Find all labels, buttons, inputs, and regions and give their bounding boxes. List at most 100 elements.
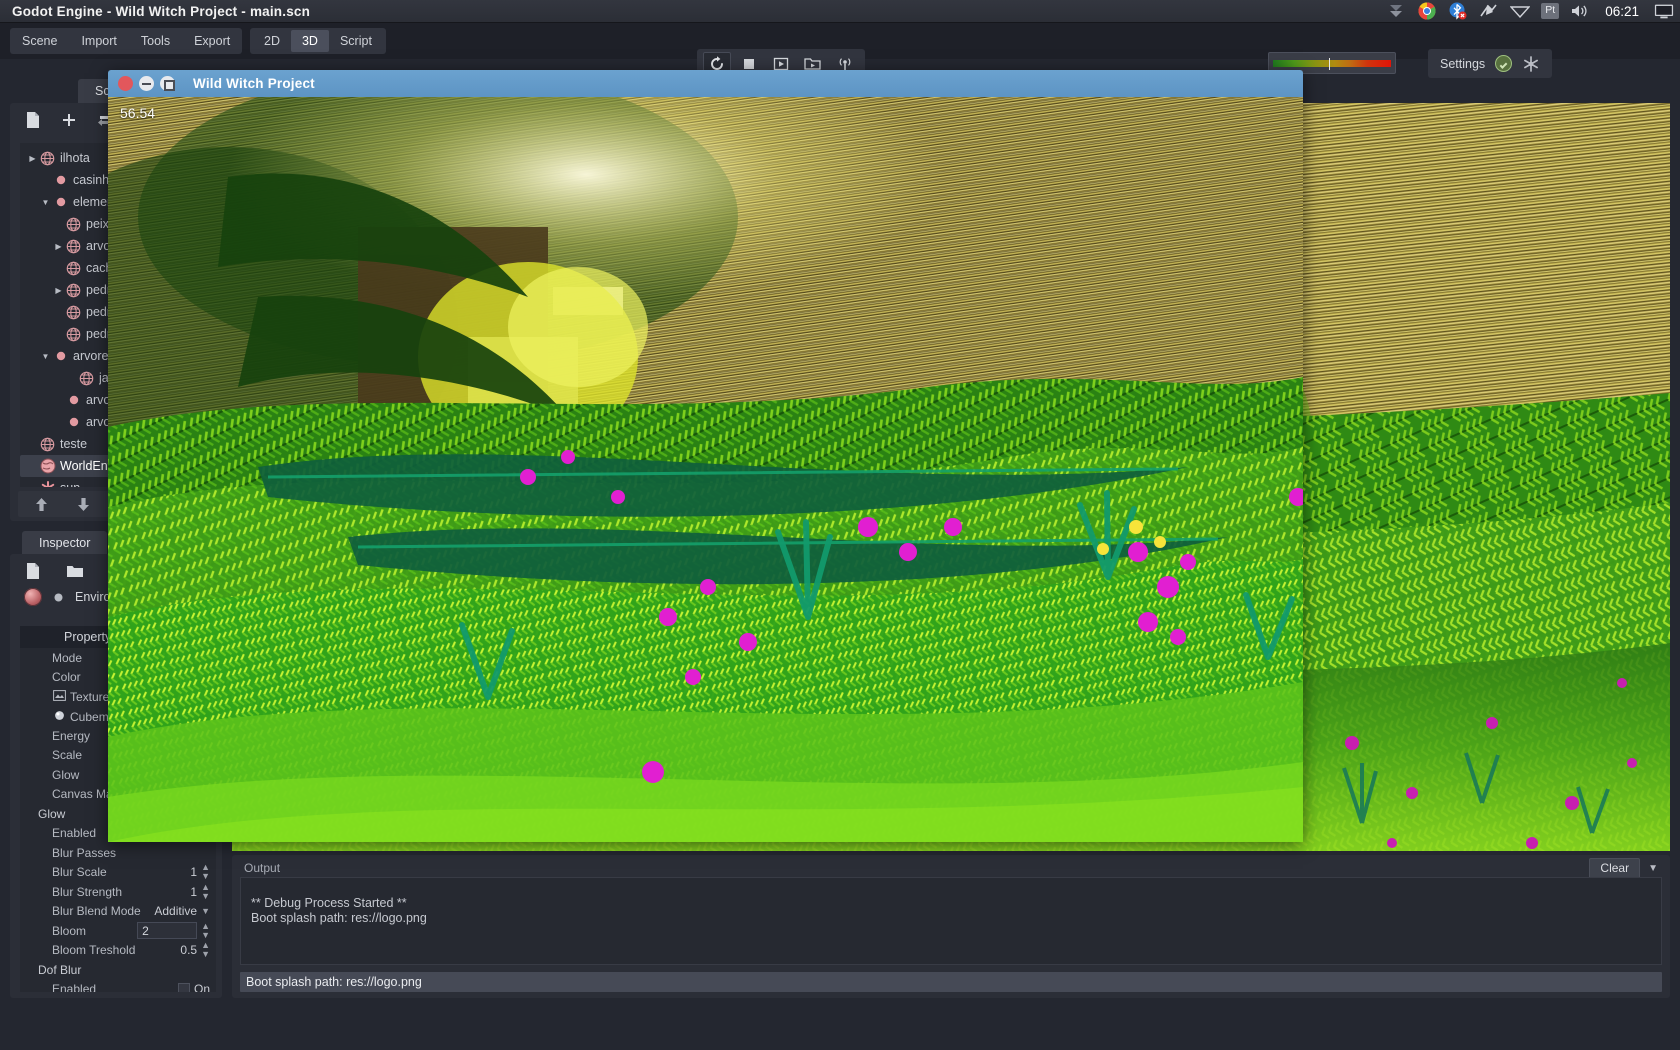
- mesh-icon: [65, 261, 82, 276]
- spinbox-input[interactable]: 2: [137, 922, 198, 940]
- wifi-icon[interactable]: [1510, 2, 1531, 21]
- tab-inspector[interactable]: Inspector: [22, 531, 108, 556]
- touchpad-disabled-icon[interactable]: [1479, 2, 1499, 21]
- new-scene-icon[interactable]: [24, 111, 42, 129]
- property-label: Blur Blend Mode: [52, 904, 141, 919]
- world-environment-icon: [39, 458, 56, 474]
- mesh-icon: [78, 371, 95, 386]
- spinner-arrows-icon[interactable]: ▲ ▼: [201, 941, 210, 959]
- add-node-icon[interactable]: [60, 111, 78, 129]
- spinbox-value: 1: [190, 884, 198, 899]
- mesh-icon: [65, 283, 82, 298]
- display-icon[interactable]: [1654, 2, 1674, 21]
- check-circle-icon[interactable]: [1495, 55, 1513, 72]
- property-value[interactable]: 1 ▲ ▼: [190, 863, 216, 881]
- property-label: Bloom: [52, 923, 87, 938]
- mesh-icon: [39, 151, 56, 166]
- property-row-blur-scale[interactable]: Blur Scale 1 ▲ ▼: [20, 863, 216, 883]
- spinner-arrows-icon[interactable]: ▲ ▼: [201, 882, 210, 901]
- cubemap-icon: [52, 709, 66, 722]
- property-value[interactable]: 0.5 ▲ ▼: [180, 941, 216, 959]
- game-window-title: Wild Witch Project: [193, 76, 315, 91]
- property-row-enabled[interactable]: Enabled On: [20, 980, 216, 992]
- chrome-icon[interactable]: [1417, 2, 1437, 21]
- menu-tools[interactable]: Tools: [129, 28, 182, 54]
- menu-export[interactable]: Export: [182, 28, 242, 54]
- clear-button[interactable]: Clear: [1589, 857, 1641, 879]
- new-resource-icon[interactable]: [24, 562, 42, 580]
- property-row-bloom[interactable]: Bloom 2 ▲ ▼: [20, 921, 216, 941]
- property-row-blur-blend-mode[interactable]: Blur Blend Mode Additive ▼: [20, 902, 216, 922]
- close-button[interactable]: [118, 76, 133, 91]
- spinner-arrows-icon[interactable]: ▲ ▼: [201, 863, 210, 881]
- spinbox-value: 0.5: [180, 943, 198, 958]
- environment-icon: [24, 588, 42, 606]
- maximize-button[interactable]: [160, 76, 175, 91]
- main-menu: Scene Import Tools Export: [10, 28, 243, 54]
- game-render: [108, 97, 1303, 842]
- chevron-down-icon[interactable]: ▼: [39, 198, 52, 207]
- property-label: Blur Scale: [52, 865, 107, 880]
- output-log[interactable]: ** Debug Process Started ** Boot splash …: [240, 877, 1662, 965]
- game-window[interactable]: Wild Witch Project 56.54: [108, 70, 1303, 842]
- load-resource-icon[interactable]: [66, 562, 84, 580]
- settings-toolbar: Settings: [1428, 49, 1553, 78]
- clock[interactable]: 06:21: [1601, 4, 1643, 19]
- keyboard-layout-icon[interactable]: Pt: [1541, 3, 1560, 19]
- spinbox-value: 1: [190, 865, 198, 880]
- window-title: Godot Engine - Wild Witch Project - main…: [12, 3, 311, 19]
- property-label: Blur Passes: [52, 845, 117, 860]
- chevron-right-icon[interactable]: ▶: [52, 286, 65, 295]
- property-label: Mode: [52, 650, 83, 665]
- mesh-icon: [65, 327, 82, 342]
- minimize-button[interactable]: [139, 76, 154, 91]
- gear-asterisk-icon[interactable]: [1522, 55, 1540, 73]
- chevron-right-icon[interactable]: ▶: [26, 154, 39, 163]
- bluetooth-disabled-icon[interactable]: [1448, 2, 1468, 21]
- chevron-down-icon[interactable]: ▼: [1648, 863, 1658, 874]
- checkbox-icon[interactable]: [177, 983, 190, 992]
- menu-scene[interactable]: Scene: [10, 28, 69, 54]
- move-up-icon[interactable]: [32, 495, 50, 513]
- property-value[interactable]: On: [177, 982, 216, 992]
- chevron-down-icon[interactable]: ▼: [39, 352, 52, 361]
- mode-3d-button[interactable]: 3D: [290, 30, 329, 52]
- output-line: Boot splash path: res://logo.png: [251, 911, 427, 925]
- property-row-blur-strength[interactable]: Blur Strength 1 ▲ ▼: [20, 882, 216, 902]
- fps-counter: 56.54: [120, 105, 156, 121]
- property-value[interactable]: 1 ▲ ▼: [190, 882, 216, 901]
- mesh-icon: [65, 239, 82, 254]
- audio-meter-peak-tick: [1329, 58, 1330, 70]
- inspector-dock-tab-wrap: Inspector: [22, 531, 108, 556]
- spatial-icon: [52, 197, 69, 207]
- dropdown-value: Additive: [154, 904, 198, 919]
- editor-menubar: Scene Import Tools Export 2D 3D Script S…: [0, 23, 1680, 78]
- output-line: ** Debug Process Started **: [251, 896, 407, 910]
- spinner-arrows-icon[interactable]: ▲ ▼: [201, 921, 210, 940]
- download-arrows-icon[interactable]: [1386, 2, 1406, 21]
- menu-import[interactable]: Import: [69, 28, 128, 54]
- mesh-icon: [65, 217, 82, 232]
- checkbox-label: On: [193, 982, 210, 992]
- output-dock: Output Clear ▼ ** Debug Process Started …: [232, 855, 1670, 998]
- property-value[interactable]: 2 ▲ ▼: [137, 921, 216, 940]
- property-label: Dof Blur: [38, 962, 82, 977]
- game-viewport[interactable]: 56.54: [108, 97, 1303, 842]
- property-row-blur-passes[interactable]: Blur Passes: [20, 843, 216, 863]
- chevron-right-icon[interactable]: ▶: [52, 242, 65, 251]
- property-label: Texture: [30, 689, 109, 704]
- spatial-icon: [65, 417, 82, 427]
- editor-mode-switch: 2D 3D Script: [250, 28, 386, 54]
- mesh-icon: [39, 437, 56, 452]
- mode-script-button[interactable]: Script: [329, 30, 383, 52]
- scene-tree-item-label: ilhota: [60, 151, 90, 165]
- property-value[interactable]: Additive ▼: [154, 904, 216, 918]
- settings-button[interactable]: Settings: [1440, 57, 1485, 71]
- volume-icon[interactable]: [1570, 2, 1590, 21]
- move-down-icon[interactable]: [74, 495, 92, 513]
- property-label: Canvas Max: [52, 787, 119, 802]
- property-row-bloom-treshold[interactable]: Bloom Treshold 0.5 ▲ ▼: [20, 941, 216, 961]
- chevron-down-icon[interactable]: ▼: [201, 906, 210, 916]
- game-window-titlebar[interactable]: Wild Witch Project: [108, 70, 1303, 97]
- mode-2d-button[interactable]: 2D: [253, 30, 291, 52]
